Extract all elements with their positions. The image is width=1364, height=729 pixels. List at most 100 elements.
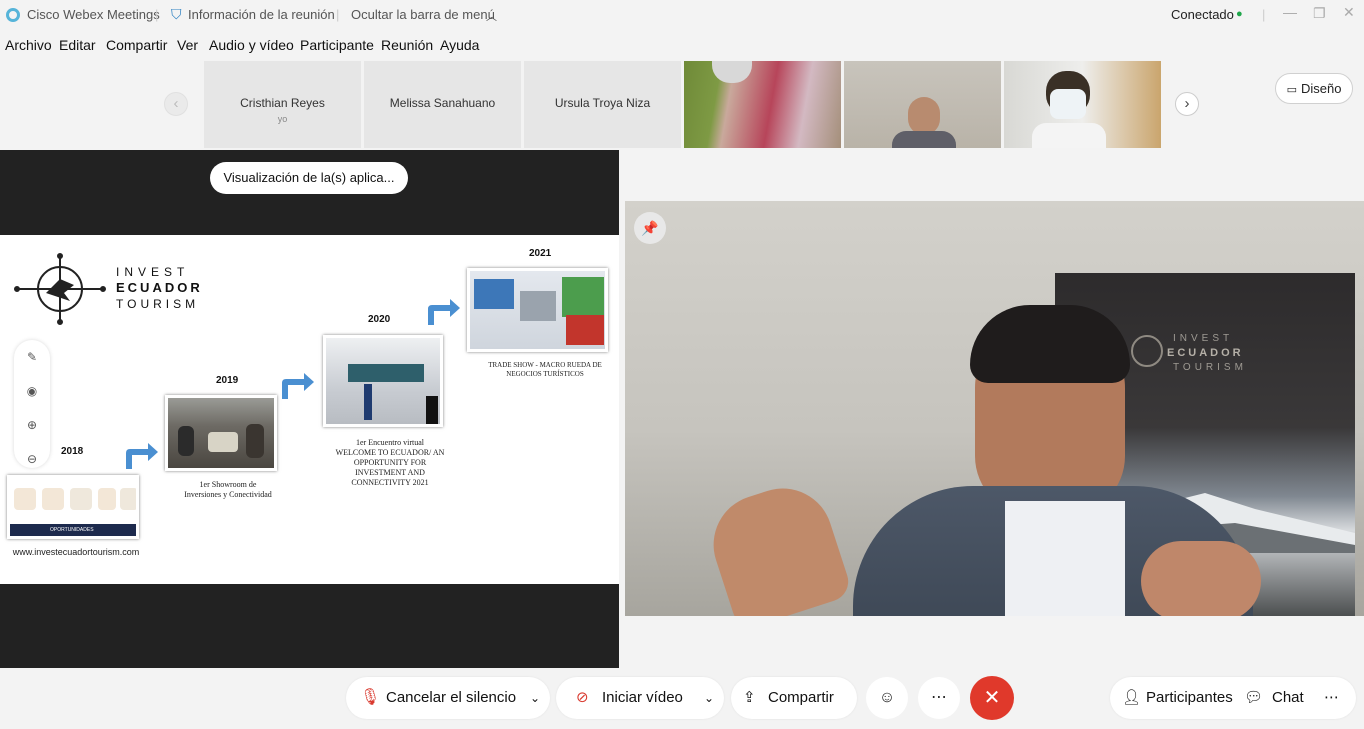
share-icon: ⇪ [743, 689, 756, 706]
more-options-icon[interactable]: ⋯ [918, 677, 960, 719]
participants-icon[interactable]: 👤︎ [1122, 677, 1141, 719]
website-label: www.investecuadortourism.com [12, 547, 140, 557]
doc-icon-block [42, 488, 64, 510]
caption-line: 1er Showroom de [199, 480, 257, 489]
laser-pointer-icon[interactable]: ◉ [14, 384, 50, 398]
menu-ayuda[interactable]: Ayuda [440, 37, 479, 53]
layout-label: Diseño [1300, 81, 1342, 96]
active-speaker-video[interactable]: INVEST ECUADOR TOURISM [625, 201, 1364, 616]
reactions-icon[interactable]: ☺ [866, 677, 908, 719]
participant-name: Melissa Sanahuano [389, 96, 496, 110]
view-application-button[interactable]: Visualización de la(s) aplica... [210, 162, 408, 194]
right-panel-buttons: 👤︎ Participantes 💬︎ Chat ⋯ [1110, 677, 1356, 719]
chevron-down-icon[interactable]: ⌄ [704, 677, 714, 719]
close-icon[interactable]: ✕ [1343, 4, 1355, 21]
photo-2020 [323, 335, 443, 427]
minimize-icon[interactable]: — [1283, 4, 1297, 20]
zoom-in-icon[interactable]: ⊕ [14, 418, 50, 432]
title-separator: | [336, 7, 340, 22]
booth [520, 291, 556, 321]
caption-line: TRADE SHOW - MACRO RUEDA DE [488, 361, 602, 369]
brand-invest: INVEST [116, 265, 190, 279]
pin-icon[interactable]: 📌 [634, 212, 666, 244]
chat-icon[interactable]: 💬︎ [1244, 677, 1263, 719]
menu-compartir[interactable]: Compartir [106, 37, 167, 53]
caption-line: CONNECTIVITY 2021 [351, 478, 429, 487]
photo-figure [426, 396, 438, 424]
photo-figure [364, 384, 372, 420]
doc-icon-block [70, 488, 92, 510]
brand-ecuador: ECUADOR [116, 280, 203, 295]
webex-logo-icon [6, 8, 20, 22]
participant-tile[interactable]: Ursula Troya Niza [524, 61, 681, 148]
person-face [908, 97, 940, 135]
strip-next-button[interactable]: › [1175, 92, 1199, 116]
menu-reunion[interactable]: Reunión [381, 37, 433, 53]
zoom-out-icon[interactable]: ⊖ [14, 452, 50, 466]
layout-button[interactable]: ▭ Diseño [1275, 73, 1353, 104]
video-label: Iniciar vídeo [602, 689, 683, 706]
layout-icon: ▭ [1286, 84, 1297, 96]
compass-logo-icon [14, 253, 106, 325]
banner-line: TOURISM [1173, 362, 1247, 373]
annotate-pen-icon[interactable]: ✎ [14, 350, 50, 364]
meeting-info-button[interactable]: Información de la reunión [188, 7, 335, 22]
participant-video-tile[interactable] [1004, 61, 1161, 148]
person-body [892, 131, 956, 148]
video-button[interactable]: ⊘ Iniciar vídeo ⌄ [556, 677, 724, 719]
participant-video-tile[interactable] [684, 61, 841, 148]
menu-bar: Archivo Editar Compartir Ver Audio y víd… [0, 34, 700, 58]
speaker-hair [970, 305, 1130, 383]
photo-2021 [467, 268, 608, 352]
title-separator: | [1262, 7, 1266, 22]
participant-name: Ursula Troya Niza [554, 96, 651, 110]
brand-tourism: TOURISM [116, 297, 200, 311]
share-button[interactable]: ⇪ Compartir [731, 677, 857, 719]
chevron-up-icon[interactable]: ︿ [486, 8, 497, 24]
caption-2021: TRADE SHOW - MACRO RUEDA DE NEGOCIOS TUR… [480, 361, 610, 379]
caption-line: NEGOCIOS TURÍSTICOS [506, 370, 584, 378]
restore-icon[interactable]: ❐ [1313, 5, 1326, 22]
caption-2020: 1er Encuentro virtual WELCOME TO ECUADOR… [330, 438, 450, 488]
photo-figure [246, 424, 264, 458]
arrow-icon [428, 299, 460, 325]
strip-prev-button[interactable]: ‹ [164, 92, 188, 116]
booth [562, 277, 604, 317]
menu-ver[interactable]: Ver [177, 37, 198, 53]
participants-button[interactable]: Participantes [1146, 677, 1233, 719]
menu-editar[interactable]: Editar [59, 37, 96, 53]
mic-muted-icon: 🎙︎ [360, 689, 381, 706]
photo-figure [178, 426, 194, 456]
booth [474, 279, 514, 309]
end-call-icon[interactable]: ✕ [970, 676, 1014, 720]
participant-self-label: yo [277, 114, 288, 124]
participant-tile[interactable]: Cristhian Reyes yo [204, 61, 361, 148]
doc-thumbnail-2018: OPORTUNIDADES [7, 475, 139, 539]
booth [566, 315, 604, 345]
speaker-right-hand [1141, 541, 1261, 616]
chat-button[interactable]: Chat [1272, 677, 1304, 719]
virtual-screen [348, 364, 424, 382]
shield-icon: ⛉ [171, 6, 182, 22]
menu-participante[interactable]: Participante [300, 37, 374, 53]
app-title: Cisco Webex Meetings [27, 7, 160, 22]
photo-2019 [165, 395, 277, 471]
caption-line: INVESTMENT AND [355, 468, 425, 477]
year-2021: 2021 [529, 248, 552, 259]
hide-menu-button[interactable]: Ocultar la barra de menú [351, 7, 495, 22]
menu-audio-video[interactable]: Audio y vídeo [209, 37, 294, 53]
title-separator: | [155, 7, 159, 22]
chevron-down-icon[interactable]: ⌄ [530, 677, 540, 719]
banner-line: INVEST [1173, 333, 1234, 344]
more-panel-icon[interactable]: ⋯ [1324, 677, 1339, 719]
menu-archivo[interactable]: Archivo [5, 37, 52, 53]
doc-icon-block [98, 488, 116, 510]
status-dot-icon: ● [1236, 8, 1243, 20]
title-bar: Cisco Webex Meetings | ⛉ Información de … [0, 0, 1364, 30]
mask-shape [712, 61, 752, 83]
participant-tile[interactable]: Melissa Sanahuano [364, 61, 521, 148]
banner-logo-icon [1131, 335, 1163, 367]
participant-name: Cristhian Reyes [240, 96, 325, 110]
mute-button[interactable]: 🎙︎ Cancelar el silencio ⌄ [346, 677, 550, 719]
participant-video-tile[interactable] [844, 61, 1001, 148]
